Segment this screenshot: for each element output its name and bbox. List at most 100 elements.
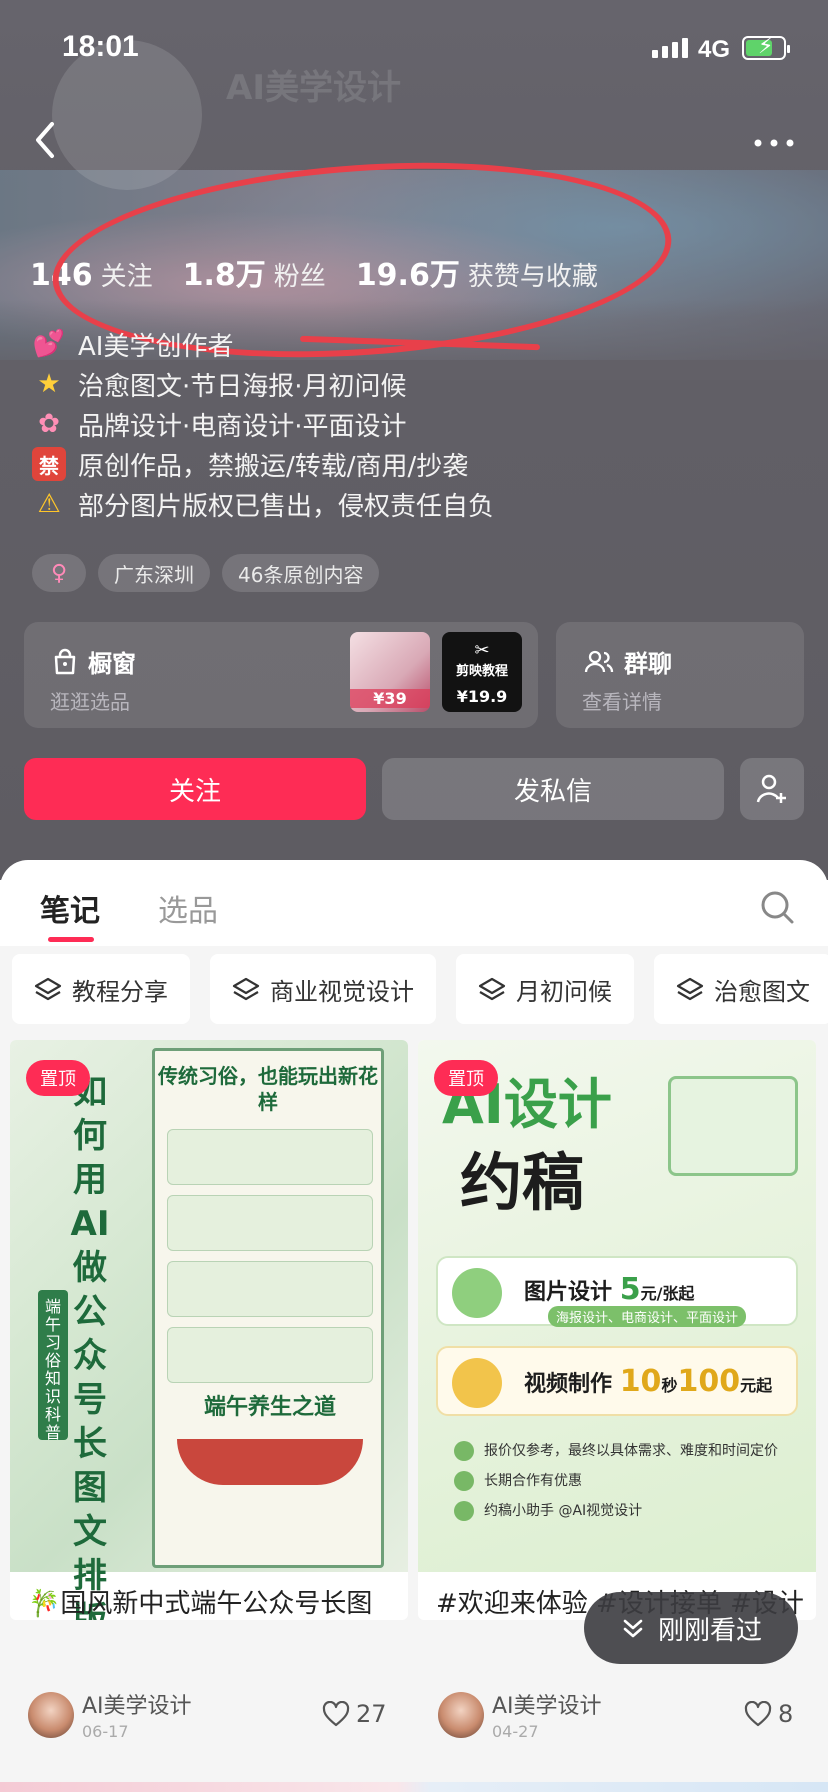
cover-panel: 传统习俗，也能玩出新花样 端午养生之道	[152, 1048, 384, 1568]
service-unit: 元/张起	[640, 1284, 695, 1303]
layers-icon	[478, 977, 506, 1001]
two-hearts-icon: 💕	[32, 329, 66, 359]
status-bar: 18:01 4G ⚡	[0, 0, 828, 100]
like-button[interactable]: 27	[322, 1700, 387, 1728]
service-price: 5	[619, 1272, 641, 1307]
service-duration-unit: 秒	[661, 1376, 678, 1395]
gift-icon	[454, 1471, 474, 1491]
note-author[interactable]: AI美学设计 06-17	[28, 1688, 192, 1741]
chip-label: 月初问候	[516, 977, 612, 1006]
layers-icon	[676, 977, 704, 1001]
service-price: 100	[677, 1364, 741, 1399]
recently-viewed-button[interactable]: 刚刚看过	[584, 1592, 798, 1664]
product-price: ¥19.9	[456, 687, 508, 706]
like-button[interactable]: 8	[744, 1700, 793, 1728]
location-tag: 广东深圳	[98, 554, 210, 592]
profile-tags: ♀ 广东深圳 46条原创内容	[32, 554, 380, 592]
status-time: 18:01	[62, 30, 139, 63]
original-count-tag: 46条原创内容	[222, 554, 380, 592]
note-author[interactable]: AI美学设计 04-27	[438, 1688, 602, 1741]
like-count: 27	[356, 1700, 387, 1728]
recently-viewed-label: 刚刚看过	[657, 1615, 762, 1646]
service-unit: 元起	[740, 1376, 773, 1395]
more-dots-icon	[754, 139, 794, 147]
ban-icon: 禁	[32, 447, 66, 481]
chip-label: 商业视觉设计	[270, 977, 414, 1006]
cover-vertical-text: 如何用AI做公众号长图文排版设计	[70, 1072, 110, 1620]
like-count: 8	[778, 1700, 794, 1728]
bio-text: AI美学创作者	[78, 331, 234, 362]
product-thumbnail[interactable]: ¥39	[350, 632, 430, 712]
user-icon	[454, 1501, 474, 1521]
bio-line: ★ 治愈图文·节日海报·月初问候	[32, 364, 494, 404]
shop-card-subtitle: 逛逛选品	[50, 690, 130, 714]
monitor-illustration	[668, 1076, 798, 1176]
layers-icon	[232, 977, 260, 1001]
collection-chip[interactable]: 商业视觉设计	[210, 954, 436, 1024]
dragon-boat-illustration	[177, 1439, 363, 1485]
signal-icon	[652, 38, 688, 58]
tab-products[interactable]: 选品	[158, 886, 218, 942]
bio-line: ⚠ 部分图片版权已售出，侵权责任自负	[32, 484, 494, 524]
gender-badge: ♀	[32, 554, 86, 592]
shop-window-card[interactable]: 橱窗 逛逛选品 ¥39 ✂ 剪映教程 ¥19.9	[24, 622, 538, 728]
price-row: 视频制作 10秒100元起	[436, 1346, 798, 1416]
chevron-left-icon	[36, 122, 54, 158]
bio-text: 治愈图文·节日海报·月初问候	[78, 371, 407, 402]
group-card-title: 群聊	[624, 650, 672, 678]
group-users-icon	[584, 650, 614, 672]
product-label: 剪映教程	[455, 664, 508, 679]
capcut-logo: ✂	[474, 640, 490, 661]
message-button[interactable]: 发私信	[382, 758, 724, 820]
pinned-badge: 置顶	[434, 1060, 498, 1096]
collection-chip[interactable]: 治愈图文	[654, 954, 828, 1024]
cover-section-title: 端午养生之道	[203, 1395, 336, 1420]
tab-notes[interactable]: 笔记	[40, 886, 100, 942]
bio-line: 禁 原创作品，禁搬运/转载/商用/抄袭	[32, 444, 494, 484]
cover-note: 约稿小助手 @AI视觉设计	[484, 1503, 643, 1519]
cover-panel-title: 传统习俗，也能玩出新花样	[158, 1064, 378, 1114]
add-friend-button[interactable]	[740, 758, 804, 820]
search-button[interactable]	[758, 888, 796, 926]
bio-line: ✿ 品牌设计·电商设计·平面设计	[32, 404, 494, 444]
flower-icon: ✿	[38, 409, 60, 439]
cover-note: 长期合作有优惠	[484, 1473, 582, 1489]
bio-text: 原创作品，禁搬运/转载/商用/抄袭	[78, 451, 469, 482]
collection-chip[interactable]: 教程分享	[12, 954, 190, 1024]
cover-notes-list: 报价仅参考，最终以具体需求、难度和时间定价 长期合作有优惠 约稿小助手 @AI视…	[454, 1436, 778, 1526]
product-thumbnail[interactable]: ✂ 剪映教程 ¥19.9	[442, 632, 522, 712]
note-card[interactable]: AI设计 约稿 图片设计 5元/张起 海报设计、电商设计、平面设计 视频制作 1…	[418, 1040, 816, 1620]
pinned-badge: 置顶	[26, 1060, 90, 1096]
heart-icon	[744, 1701, 772, 1727]
network-type: 4G	[698, 36, 731, 63]
bio-text: 品牌设计·电商设计·平面设计	[78, 411, 407, 442]
shop-card-title: 橱窗	[88, 650, 136, 678]
more-button[interactable]	[752, 122, 802, 152]
heart-icon	[322, 1701, 350, 1727]
star-icon: ★	[37, 369, 61, 399]
follow-button[interactable]: 关注	[24, 758, 366, 820]
bio-line: 💕 AI美学创作者	[32, 324, 494, 364]
service-label: 视频制作	[524, 1372, 613, 1397]
video-icon	[452, 1358, 502, 1408]
author-name: AI美学设计	[492, 1694, 602, 1719]
group-chat-card[interactable]: 群聊 查看详情	[556, 622, 804, 728]
note-cover: AI设计 约稿 图片设计 5元/张起 海报设计、电商设计、平面设计 视频制作 1…	[418, 1040, 816, 1572]
warning-icon: ⚠	[37, 489, 61, 519]
collection-chip[interactable]: 月初问候	[456, 954, 634, 1024]
chevron-down-double-icon	[623, 1619, 643, 1638]
price-row: 图片设计 5元/张起 海报设计、电商设计、平面设计	[436, 1256, 798, 1327]
service-label: 图片设计	[524, 1280, 613, 1305]
bio-text: 部分图片版权已售出，侵权责任自负	[78, 491, 495, 522]
note-title: 🎋国风新中式端午公众号长图设计 附教程	[28, 1589, 373, 1619]
note-cover: 如何用AI做公众号长图文排版设计 端午习俗知识科普 传统习俗，也能玩出新花样 端…	[10, 1040, 408, 1620]
service-desc: 海报设计、电商设计、平面设计	[548, 1306, 747, 1327]
chip-label: 教程分享	[72, 977, 168, 1006]
service-duration: 10	[619, 1364, 662, 1399]
yen-icon	[454, 1441, 474, 1461]
battery-icon: ⚡	[742, 34, 790, 60]
avatar	[28, 1691, 74, 1738]
note-card[interactable]: 如何用AI做公众号长图文排版设计 端午习俗知识科普 传统习俗，也能玩出新花样 端…	[10, 1040, 408, 1620]
back-button[interactable]	[30, 118, 70, 168]
note-date: 06-17	[82, 1722, 129, 1741]
